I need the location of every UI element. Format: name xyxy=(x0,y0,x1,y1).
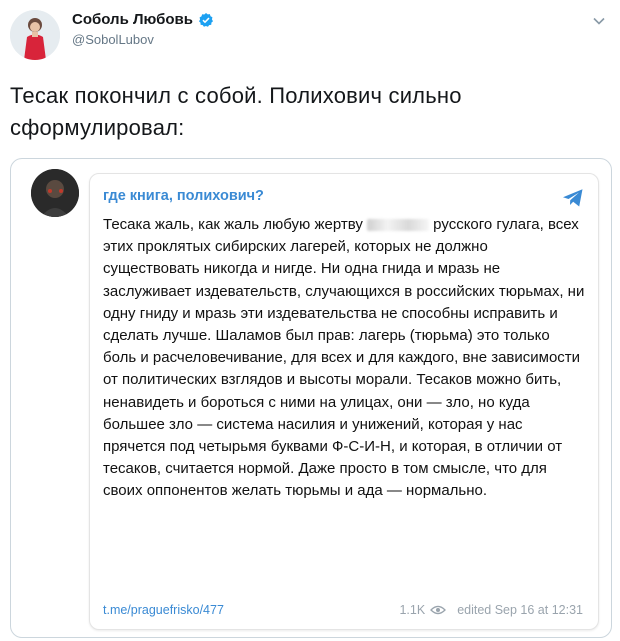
message-footer: t.me/praguefrisko/477 1.1K edited Sep 16… xyxy=(103,603,583,617)
redacted-word xyxy=(367,219,430,232)
author-handle[interactable]: @SobolLubov xyxy=(72,32,214,47)
author-name[interactable]: Соболь Любовь xyxy=(72,11,193,28)
channel-name[interactable]: где книга, полихович? xyxy=(103,188,264,204)
edited-time: edited Sep 16 at 12:31 xyxy=(457,603,583,617)
message-text-part-1: Тесака жаль, как жаль любую жертву xyxy=(103,216,368,233)
message-text-part-2: русского гулага, всех этих проклятых сиб… xyxy=(103,216,585,500)
tweet-text: Тесак покончил с собой. Полихович сильно… xyxy=(10,83,462,140)
channel-avatar xyxy=(31,169,79,217)
author-block: Соболь Любовь @SobolLubov xyxy=(72,11,214,47)
post-meta: 1.1K edited Sep 16 at 12:31 xyxy=(399,603,583,617)
chevron-down-icon[interactable] xyxy=(592,14,606,28)
verified-badge-icon xyxy=(198,12,213,27)
post-link[interactable]: t.me/praguefrisko/477 xyxy=(103,603,224,617)
telegram-icon[interactable] xyxy=(562,188,584,208)
author-avatar[interactable] xyxy=(10,10,60,60)
embedded-telegram-post[interactable]: где книга, полихович? Тесака жаль, как ж… xyxy=(10,158,612,638)
tweet-card: Соболь Любовь @SobolLubov Тесак покончил… xyxy=(0,0,620,641)
message-bubble: где книга, полихович? Тесака жаль, как ж… xyxy=(89,173,599,630)
eye-icon xyxy=(430,605,447,615)
message-text: Тесака жаль, как жаль любую жертву русск… xyxy=(103,214,587,503)
view-count: 1.1K xyxy=(399,603,426,617)
